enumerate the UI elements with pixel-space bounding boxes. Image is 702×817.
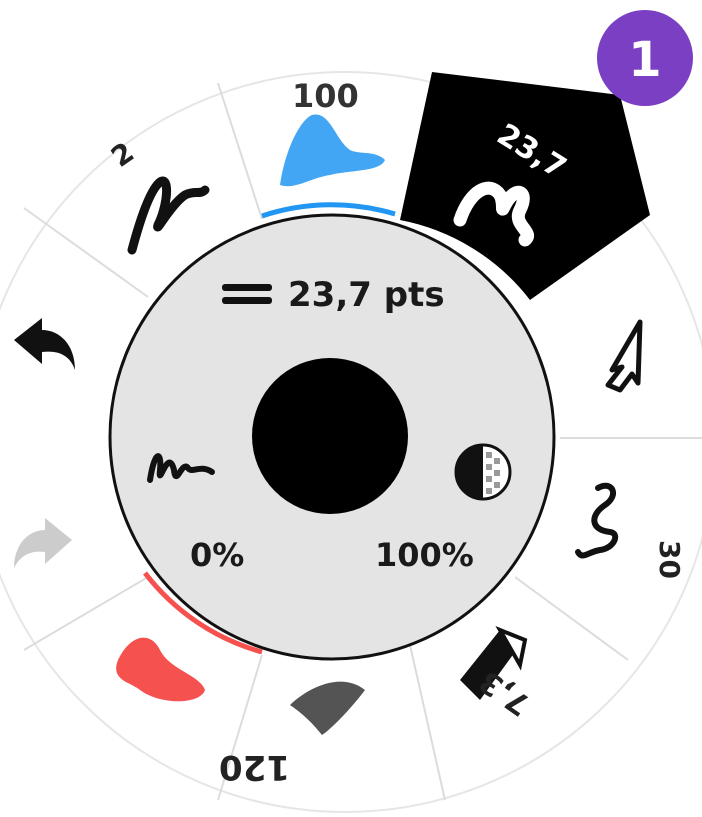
size-lines-icon bbox=[222, 284, 272, 291]
badge-number: 1 bbox=[628, 32, 661, 88]
brush-wheel: 23,7 pts 0% 100% 2 100 23,7 30 7,3 120 1 bbox=[0, 10, 702, 813]
flow-label: 100 bbox=[292, 77, 359, 115]
blur-label: 120 bbox=[219, 747, 290, 787]
smoothing-value: 0% bbox=[190, 536, 244, 574]
step-badge: 1 bbox=[597, 10, 693, 106]
brush-wheel-panel: 23,7 pts 0% 100% 2 100 23,7 30 7,3 120 1 bbox=[0, 0, 702, 817]
current-color-swatch[interactable] bbox=[252, 358, 408, 514]
size-value-text: 23,7 pts bbox=[288, 275, 445, 315]
opacity-value: 100% bbox=[375, 536, 474, 574]
stabilizer-label: 30 bbox=[653, 540, 686, 579]
